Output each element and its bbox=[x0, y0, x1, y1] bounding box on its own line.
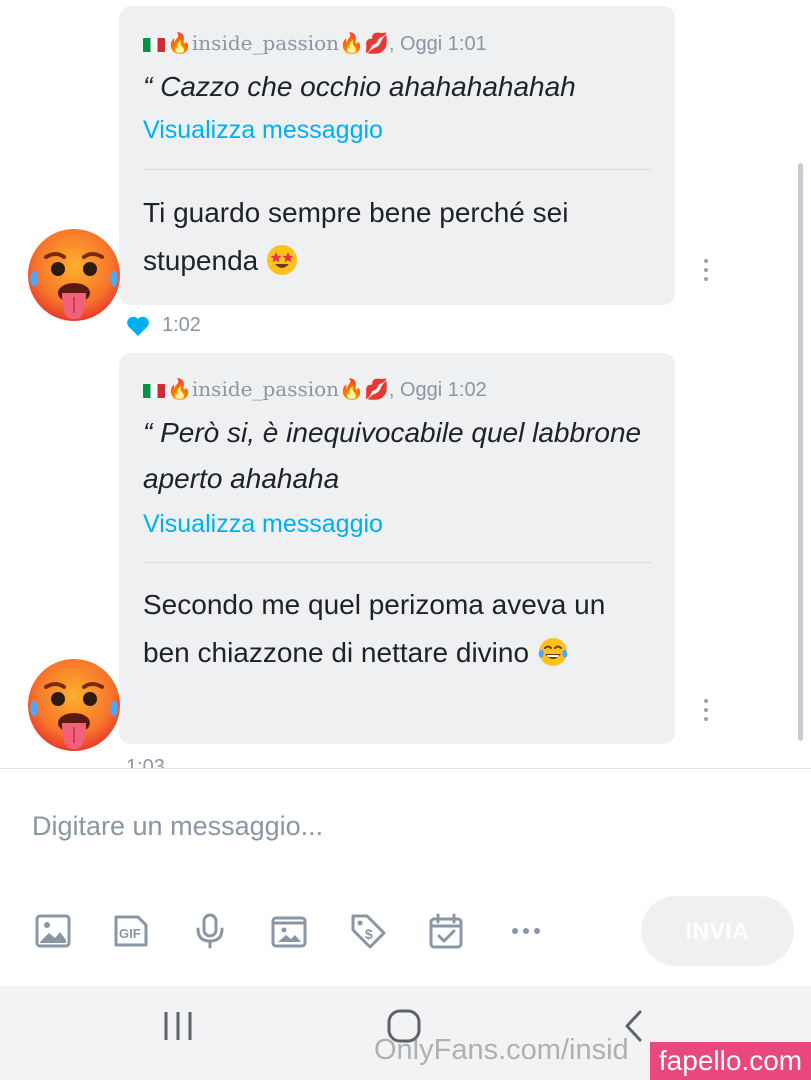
svg-text:$: $ bbox=[365, 926, 373, 942]
reply-header: 🔥inside_passion🔥💋, Oggi 1:02 bbox=[143, 377, 487, 402]
kiss-icon: 💋 bbox=[363, 377, 389, 401]
recent-apps-button[interactable] bbox=[148, 1006, 208, 1046]
gif-icon: GIF bbox=[114, 915, 148, 947]
vault-button[interactable] bbox=[268, 908, 310, 954]
message-text: Ti guardo sempre bene perché sei stupend… bbox=[143, 189, 643, 285]
message-options-icon[interactable] bbox=[701, 699, 711, 721]
message-bubble[interactable]: 🔥inside_passion🔥💋, Oggi 1:02 “ Però si, … bbox=[119, 353, 675, 744]
price-tag-button[interactable]: $ bbox=[347, 908, 389, 954]
schedule-icon bbox=[429, 913, 463, 949]
bubble-divider bbox=[143, 562, 651, 563]
chat-thread: 🔥inside_passion🔥💋, Oggi 1:01 “ Cazzo che… bbox=[0, 0, 811, 768]
image-button[interactable] bbox=[32, 908, 74, 954]
quoted-message: “ Cazzo che occhio ahahahahahah bbox=[143, 71, 576, 102]
composer-divider bbox=[0, 768, 811, 769]
message-meta: 1:02 bbox=[126, 314, 201, 337]
watermark-badge: fapello.com bbox=[650, 1042, 811, 1080]
image-icon bbox=[35, 914, 71, 948]
reply-header: 🔥inside_passion🔥💋, Oggi 1:01 bbox=[143, 31, 487, 56]
svg-text:GIF: GIF bbox=[119, 926, 141, 941]
reply-username: inside_passion bbox=[191, 31, 340, 55]
italy-flag-icon bbox=[143, 37, 165, 52]
message-options-icon[interactable] bbox=[701, 259, 711, 281]
watermark-url: OnlyFans.com/insid bbox=[374, 1034, 629, 1066]
quoted-message: “ Però si, è inequivocabile quel labbron… bbox=[143, 417, 642, 494]
message-time: 1:02 bbox=[162, 314, 201, 336]
view-message-link[interactable]: Visualizza messaggio bbox=[143, 116, 383, 145]
fire-icon: 🔥 bbox=[339, 377, 364, 401]
message-text-content: Ti guardo sempre bene perché sei stupend… bbox=[143, 197, 569, 276]
hot-face-emoji-avatar-icon bbox=[28, 659, 120, 751]
kiss-icon: 💋 bbox=[363, 31, 389, 55]
star-struck-emoji-icon bbox=[267, 245, 297, 275]
tears-of-joy-emoji-icon bbox=[538, 638, 568, 666]
view-message-link[interactable]: Visualizza messaggio bbox=[143, 510, 383, 539]
gif-button[interactable]: GIF bbox=[110, 908, 152, 954]
more-button[interactable] bbox=[505, 908, 547, 954]
reply-time: , Oggi 1:02 bbox=[388, 379, 487, 401]
message-meta: 1:03 bbox=[126, 756, 165, 768]
more-icon bbox=[512, 928, 540, 934]
fire-icon: 🔥 bbox=[167, 31, 192, 55]
reply-time: , Oggi 1:01 bbox=[388, 33, 487, 55]
fire-icon: 🔥 bbox=[167, 377, 192, 401]
message-time: 1:03 bbox=[126, 756, 165, 768]
scrollbar[interactable] bbox=[798, 163, 803, 741]
schedule-button[interactable] bbox=[425, 908, 467, 954]
heart-icon[interactable] bbox=[126, 315, 150, 337]
microphone-button[interactable] bbox=[189, 908, 231, 954]
message-text: Secondo me quel perizoma aveva un ben ch… bbox=[143, 581, 643, 677]
microphone-icon bbox=[196, 913, 224, 949]
price-tag-icon: $ bbox=[351, 914, 386, 949]
vault-icon bbox=[271, 916, 307, 948]
bubble-divider bbox=[143, 169, 651, 170]
fire-icon: 🔥 bbox=[339, 31, 364, 55]
recent-apps-icon bbox=[164, 1012, 192, 1040]
message-input[interactable] bbox=[32, 800, 772, 852]
reply-username: inside_passion bbox=[191, 377, 340, 401]
italy-flag-icon bbox=[143, 383, 165, 398]
hot-face-emoji-avatar-icon bbox=[28, 229, 120, 321]
message-bubble[interactable]: 🔥inside_passion🔥💋, Oggi 1:01 “ Cazzo che… bbox=[119, 6, 675, 305]
send-button[interactable]: INVIA bbox=[641, 896, 794, 966]
